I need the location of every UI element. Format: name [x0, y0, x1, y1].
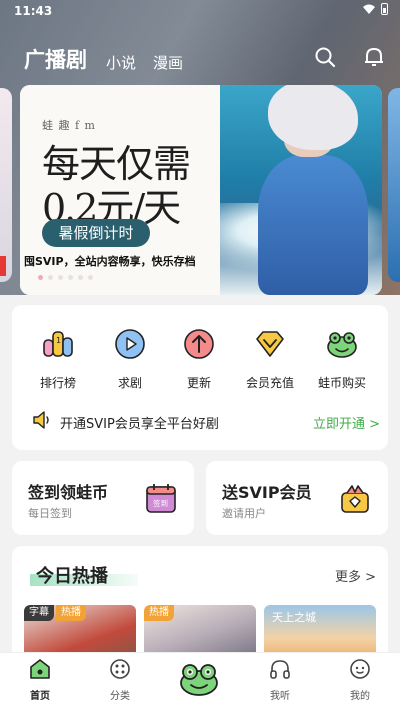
promo-banner[interactable]: 蛙 趣 f m 每天仅需 0.2元/天 暑假倒计时 囤SVIP，全站内容畅享，快… — [20, 85, 382, 295]
tab-label: 分类 — [110, 691, 130, 701]
speaker-icon — [33, 411, 49, 429]
status-bar: 11:43 — [0, 0, 400, 22]
tab-label: 我听 — [270, 691, 290, 701]
category-label: 求剧 — [117, 376, 142, 390]
category-label: 会员充值 — [245, 376, 294, 390]
pagination-dot — [78, 275, 83, 280]
status-time: 11:43 — [14, 4, 53, 18]
invite-subtitle: 邀请用户 — [222, 507, 266, 520]
ranking-icon: 1 — [43, 331, 73, 357]
bell-icon[interactable] — [363, 46, 385, 68]
update-icon — [184, 329, 214, 359]
home-icon — [30, 659, 50, 679]
hot-badge: 热播 — [56, 605, 86, 621]
category-update[interactable]: 更新 — [167, 327, 231, 390]
tab-label: 我的 — [350, 691, 370, 701]
banner-prev-peek[interactable] — [0, 88, 12, 282]
banner-next-peek[interactable] — [388, 88, 400, 282]
hot-badge: 热播 — [144, 605, 174, 621]
svg-text:1: 1 — [56, 336, 61, 345]
tab-novel[interactable]: 小说 — [106, 52, 136, 73]
svip-promo-text: 开通SVIP会员享全平台好剧 — [60, 417, 219, 432]
category-label: 排行榜 — [39, 376, 76, 390]
vip-recharge-icon — [256, 331, 284, 357]
gift-icon — [341, 485, 369, 513]
invite-card[interactable]: 送SVIP会员 邀请用户 — [206, 461, 388, 535]
hot-item-3-art-text: 天上之城 — [272, 611, 316, 624]
invite-title: 送SVIP会员 — [222, 483, 312, 502]
tab-profile[interactable]: 我的 — [335, 657, 385, 701]
countdown-button[interactable]: 暑假倒计时 — [42, 219, 150, 247]
profile-icon — [350, 659, 370, 679]
subtitle-badge: 字幕 — [24, 605, 54, 621]
pagination-dot — [68, 275, 73, 280]
svip-promo-row[interactable]: 开通SVIP会员享全平台好剧 立即开通 > — [32, 408, 380, 434]
status-icons — [363, 3, 388, 15]
more-link[interactable]: 更多 > — [335, 566, 376, 585]
checkin-title: 签到领蛙币 — [28, 483, 109, 502]
tab-listening[interactable]: 我听 — [255, 657, 305, 701]
banner-pagination — [38, 275, 93, 280]
category-vip-recharge[interactable]: 会员充值 — [238, 327, 302, 390]
wifi-icon — [363, 4, 375, 14]
art-character-body — [258, 155, 368, 295]
svip-open-link[interactable]: 立即开通 > — [313, 413, 380, 432]
frog-coin-icon — [327, 332, 357, 358]
frog-icon — [180, 664, 218, 696]
pagination-dot — [58, 275, 63, 280]
art-character-hair — [268, 85, 358, 150]
calendar-icon-text: 签到 — [153, 498, 168, 508]
pagination-dot — [48, 275, 53, 280]
checkin-subtitle: 每日签到 — [28, 507, 72, 520]
category-card: 1 排行榜 求剧 更新 会员充值 蛙币购买 开通SVIP会员享全平台好剧 立即开… — [12, 305, 388, 450]
tab-category[interactable]: 分类 — [95, 657, 145, 701]
category-frog-coin[interactable]: 蛙币购买 — [310, 327, 374, 390]
request-icon — [115, 329, 145, 359]
category-icon — [110, 659, 130, 679]
battery-icon — [381, 3, 388, 15]
tab-comic[interactable]: 漫画 — [153, 52, 183, 73]
category-ranking[interactable]: 1 排行榜 — [26, 327, 90, 390]
category-label: 更新 — [186, 376, 211, 390]
tab-home[interactable]: 首页 — [15, 657, 65, 701]
tab-radio-drama[interactable]: 广播剧 — [24, 44, 87, 74]
banner-text-panel: 蛙 趣 f m 每天仅需 0.2元/天 暑假倒计时 囤SVIP，全站内容畅享，快… — [20, 85, 220, 295]
checkin-card[interactable]: 签到领蛙币 每日签到 签到 — [12, 461, 194, 535]
hot-today-title: 今日热播 — [36, 566, 108, 587]
category-label: 蛙币购买 — [317, 376, 366, 390]
headphones-icon — [270, 660, 290, 679]
tab-label: 首页 — [30, 691, 50, 701]
search-icon[interactable] — [314, 46, 336, 68]
app-screen: 11:43 广播剧 小说 漫画 蛙 趣 f m 每天仅需 0.2元/天 暑假倒计… — [0, 0, 400, 701]
banner-brand: 蛙 趣 f m — [42, 119, 96, 132]
tab-frog-center[interactable] — [175, 657, 223, 701]
category-request[interactable]: 求剧 — [98, 327, 162, 390]
top-nav: 广播剧 小说 漫画 — [0, 40, 400, 80]
banner-illustration — [220, 85, 382, 295]
pagination-dot — [88, 275, 93, 280]
calendar-icon: 签到 — [146, 484, 176, 513]
pagination-dot — [38, 275, 43, 280]
